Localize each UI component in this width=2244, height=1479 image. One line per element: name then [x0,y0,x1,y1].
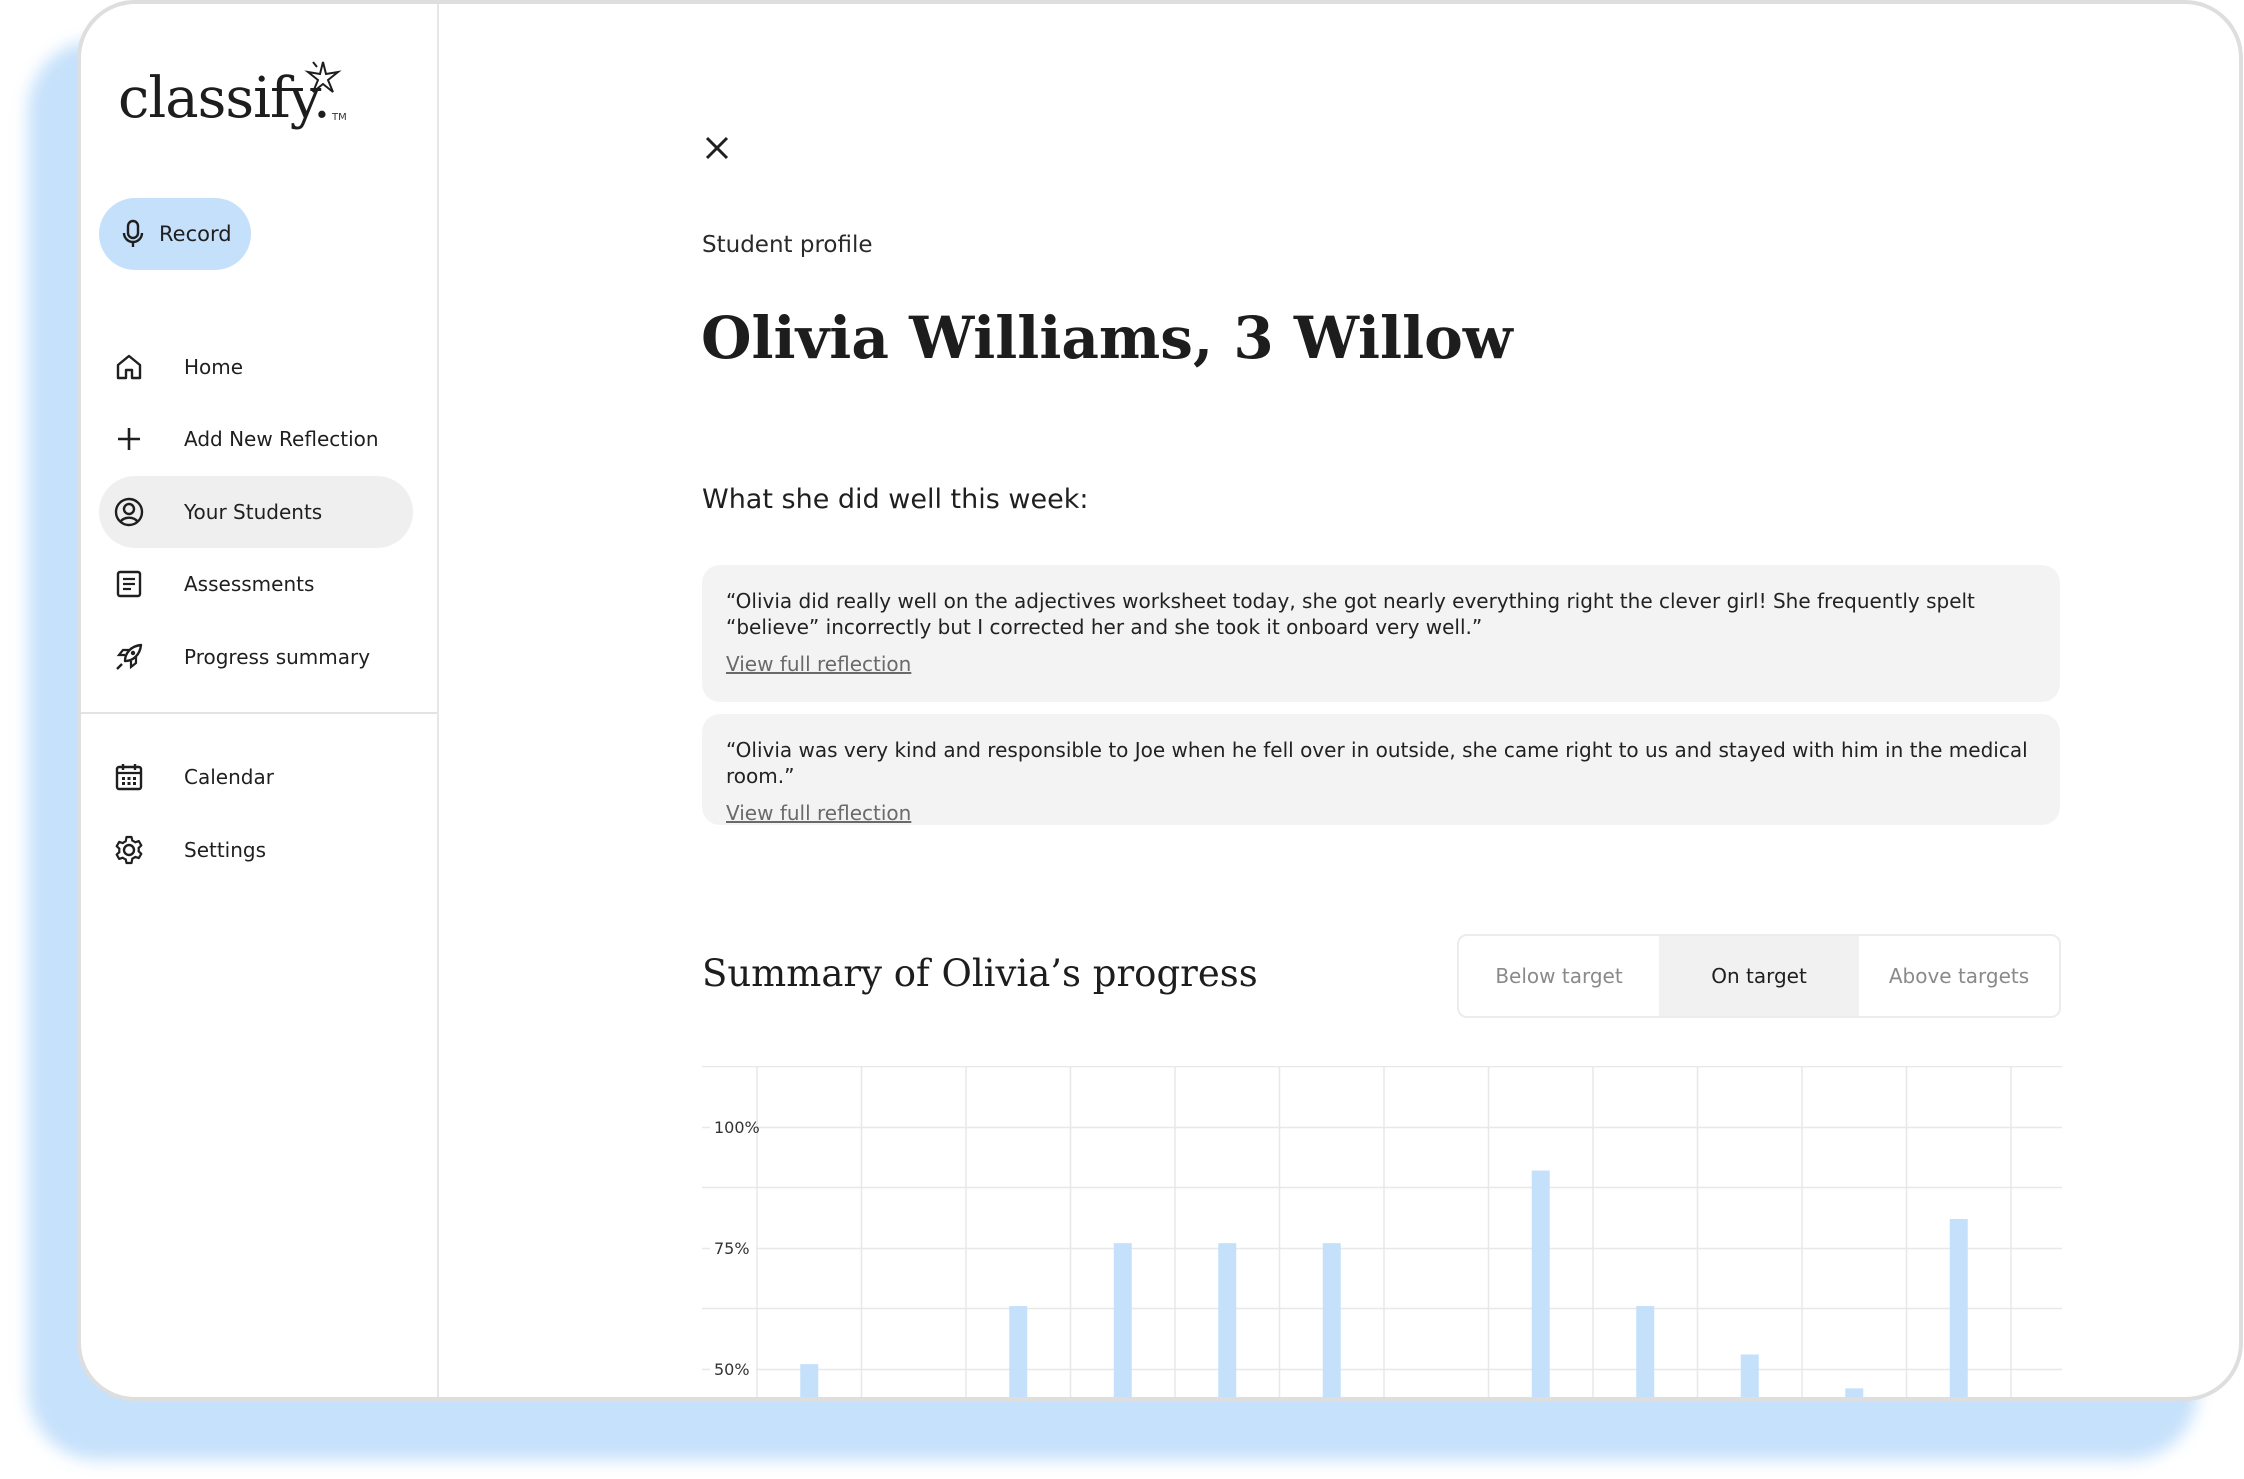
chart-bar [1322,1243,1341,1397]
target-filter: Below target On target Above targets [1457,934,2061,1018]
trademark: TM [332,112,347,123]
reflection-quote: “Olivia did really well on the adjective… [726,589,1975,639]
view-full-reflection-link[interactable]: View full reflection [726,652,911,676]
plus-icon [113,423,145,455]
sidebar-item-label: Settings [184,838,267,862]
sidebar-divider [81,712,437,714]
logo: classify. [118,66,331,131]
sidebar-item-label: Home [184,355,244,379]
sidebar: classify. TM Record Home Add New Reflect… [81,4,439,1397]
chart-bar [1845,1388,1864,1397]
sidebar-item-assessments[interactable]: Assessments [99,548,413,620]
reflection-card: “Olivia was very kind and responsible to… [702,714,2060,825]
gear-icon [113,834,145,866]
reflection-quote: “Olivia was very kind and responsible to… [726,738,2028,788]
sidebar-item-progress-summary[interactable]: Progress summary [99,621,413,693]
filter-below-target[interactable]: Below target [1459,936,1659,1016]
chart-bar [1636,1306,1655,1397]
reflection-card: “Olivia did really well on the adjective… [702,565,2060,702]
sidebar-item-home[interactable]: Home [99,331,413,403]
summary-title: Summary of Olivia’s progress [702,952,1258,995]
document-icon [113,568,145,600]
app-window: classify. TM Record Home Add New Reflect… [77,0,2243,1401]
highlights-heading: What she did well this week: [702,484,1089,515]
home-icon [113,351,145,383]
page-eyebrow: Student profile [702,232,873,258]
chart-bar [800,1364,819,1397]
chart-bar [1531,1170,1550,1397]
sidebar-item-calendar[interactable]: Calendar [99,741,413,813]
chart-bar [1740,1354,1759,1397]
filter-on-target[interactable]: On target [1659,936,1859,1016]
page-title: Olivia Williams, 3 Willow [701,304,1513,372]
sidebar-item-label: Progress summary [184,645,371,669]
microphone-icon [122,219,144,247]
sidebar-item-label: Assessments [184,572,315,596]
view-full-reflection-link[interactable]: View full reflection [726,801,911,825]
chart-bar [1113,1243,1132,1397]
chart-bar [1218,1243,1237,1397]
sidebar-item-label: Your Students [184,500,323,524]
sidebar-item-your-students[interactable]: Your Students [99,476,413,548]
calendar-icon [113,761,145,793]
y-tick-label: 100% [714,1118,760,1137]
chart-bar [1949,1218,1968,1397]
close-icon[interactable] [701,132,733,164]
sparkle-icon [304,61,342,93]
sidebar-item-settings[interactable]: Settings [99,814,413,886]
sidebar-item-label: Calendar [184,765,274,789]
chart-bar [1009,1306,1028,1397]
filter-above-targets[interactable]: Above targets [1859,936,2059,1016]
rocket-icon [113,641,145,673]
user-circle-icon [113,496,145,528]
progress-chart: 100% 75% 50% [702,1066,2062,1397]
record-label: Record [159,222,232,246]
y-tick-label: 75% [714,1239,750,1258]
sidebar-item-add-reflection[interactable]: Add New Reflection [99,403,413,475]
sidebar-item-label: Add New Reflection [184,427,379,451]
record-button[interactable]: Record [99,198,251,270]
y-tick-label: 50% [714,1360,750,1379]
